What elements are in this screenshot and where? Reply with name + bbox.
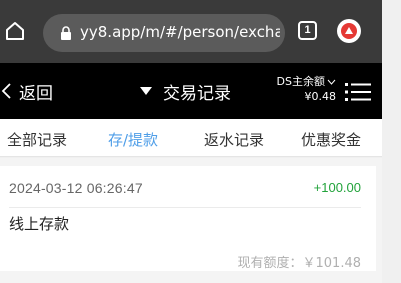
- balance-label: DS主余额: [262, 75, 336, 89]
- browser-toolbar: yy8.app/m/#/person/exchange 1: [0, 0, 382, 63]
- balance-dropdown[interactable]: DS主余额 ¥0.48: [262, 75, 336, 104]
- record-time: 2024-03-12 06:26:47: [9, 180, 143, 196]
- profile-icon[interactable]: [337, 19, 361, 43]
- record-balance: 现有额度：￥101.48: [237, 256, 362, 271]
- page-title: 交易记录: [163, 83, 231, 104]
- lock-icon: [61, 26, 71, 40]
- menu-icon[interactable]: [345, 82, 371, 102]
- tab-deposit-withdraw[interactable]: 存/提款: [108, 129, 158, 150]
- home-icon[interactable]: [4, 20, 26, 42]
- url-text: yy8.app/m/#/person/exchange: [80, 23, 280, 41]
- tab-all-records[interactable]: 全部记录: [7, 129, 67, 150]
- record-amount: +100.00: [313, 180, 361, 195]
- title-dropdown[interactable]: 交易记录: [139, 79, 231, 104]
- divider: [9, 207, 361, 208]
- record-tabs: 全部记录 存/提款 返水记录 优惠奖金: [0, 119, 382, 157]
- back-button[interactable]: 返回: [0, 79, 53, 104]
- chevron-down-icon: [327, 79, 336, 85]
- tab-rebate-records[interactable]: 返水记录: [204, 129, 264, 150]
- caret-down-icon: [140, 87, 152, 95]
- record-item[interactable]: 2024-03-12 06:26:47 +100.00 线上存款 现有额度：￥1…: [0, 166, 376, 271]
- address-bar[interactable]: yy8.app/m/#/person/exchange: [43, 14, 285, 52]
- app-header: 返回 交易记录 DS主余额 ¥0.48: [0, 63, 382, 119]
- record-type: 线上存款: [9, 215, 70, 233]
- tab-switcher-button[interactable]: 1: [298, 21, 317, 40]
- balance-value: ¥0.48: [304, 90, 337, 103]
- tab-promo-bonus[interactable]: 优惠奖金: [301, 129, 361, 150]
- chevron-left-icon: [1, 83, 11, 99]
- tab-count: 1: [304, 24, 311, 36]
- back-label: 返回: [19, 83, 53, 104]
